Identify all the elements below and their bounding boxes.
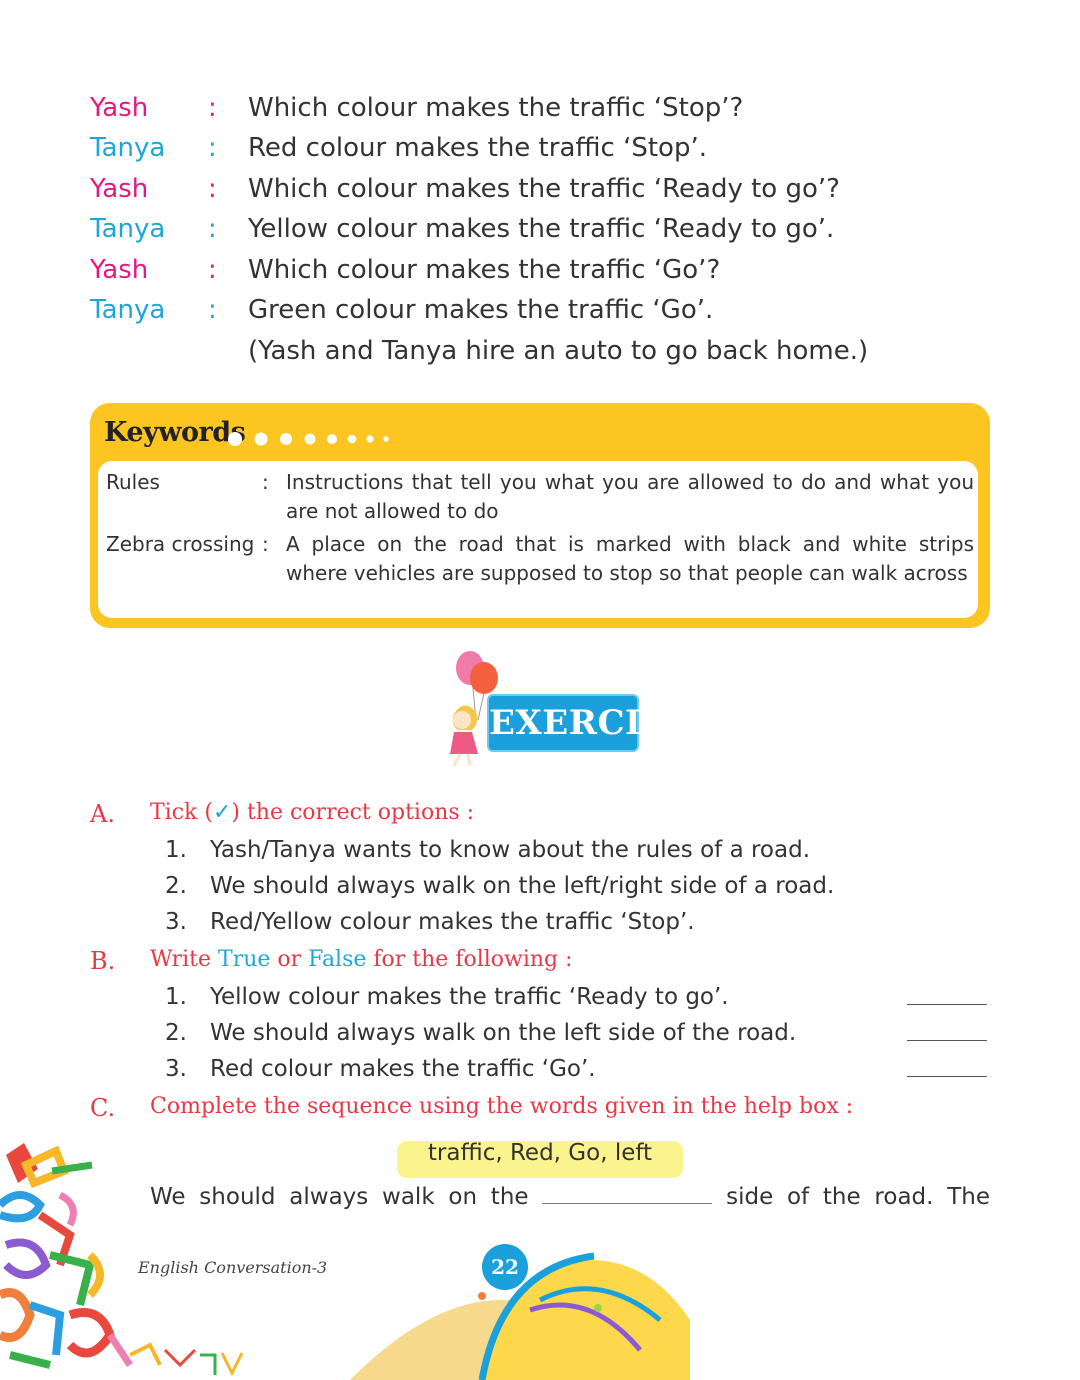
keywords-list: Rules : Instructions that tell you what … (98, 461, 978, 618)
dialogue-text: Which colour makes the traffic ‘Stop’? (248, 93, 744, 123)
speaker-name: Tanya (90, 214, 166, 244)
section-heading: Write True or False for the following : (150, 947, 573, 972)
dialogue-text: Red colour makes the traffic ‘Stop’. (248, 133, 707, 163)
section-heading: Complete the sequence using the words gi… (150, 1094, 854, 1119)
help-box: traffic, Red, Go, left (397, 1141, 683, 1178)
question-item: 2. We should always walk on the left side… (165, 1020, 797, 1046)
page-number: 22 (482, 1244, 528, 1290)
speaker-colon: : (208, 214, 217, 244)
sequence-sentence: We should always walk on the side of the… (150, 1180, 990, 1214)
answer-blank[interactable] (907, 1076, 987, 1077)
keywords-title: Keywords (104, 417, 246, 448)
exercise-badge: EXERCISE (487, 694, 693, 752)
keyword-term: Zebra crossing (106, 532, 255, 556)
speaker-name: Tanya (90, 295, 166, 325)
section-letter: B. (90, 947, 116, 975)
speaker-name: Yash (90, 255, 149, 285)
speaker-name: Yash (90, 174, 149, 204)
question-item: 1. Yellow colour makes the traffic ‘Ready… (165, 984, 729, 1010)
speaker-colon: : (208, 295, 217, 325)
question-item: 2. We should always walk on the left/righ… (165, 873, 835, 899)
keyword-term: Rules (106, 470, 160, 494)
decorative-dots-icon (228, 432, 389, 446)
keyword-colon: : (262, 532, 269, 556)
answer-blank[interactable] (907, 1040, 987, 1041)
speaker-colon: : (208, 93, 217, 123)
tick-icon: ✓ (212, 800, 232, 825)
section-letter: A. (90, 800, 115, 828)
dialogue-text: Which colour makes the traffic ‘Go’? (248, 255, 721, 285)
section-heading: Tick (✓) the correct options : (150, 800, 475, 825)
dialogue-text: Green colour makes the traffic ‘Go’. (248, 295, 714, 325)
speaker-colon: : (208, 133, 217, 163)
question-item: 3. Red colour makes the traffic ‘Go’. (165, 1056, 596, 1082)
speaker-name: Tanya (90, 133, 166, 163)
question-item: 1. Yash/Tanya wants to know about the rul… (165, 837, 811, 863)
speaker-colon: : (208, 255, 217, 285)
keyword-definition: A place on the road that is marked with … (286, 532, 974, 585)
answer-blank[interactable] (907, 1004, 987, 1005)
keyword-colon: : (262, 470, 269, 494)
keyword-definition: Instructions that tell you what you are … (286, 470, 974, 523)
answer-blank[interactable] (542, 1181, 713, 1204)
decorative-hill-swoosh-icon (350, 1252, 690, 1380)
exercise-label: EXERCISE (489, 703, 693, 743)
keywords-box: Keywords Rules : Instructions that tell … (90, 403, 990, 628)
section-letter: C. (90, 1094, 116, 1122)
question-item: 3. Red/Yellow colour makes the traffic ‘S… (165, 909, 695, 935)
dialogue-text: Yellow colour makes the traffic ‘Ready t… (248, 214, 835, 244)
dialogue-text: Which colour makes the traffic ‘Ready to… (248, 174, 840, 204)
book-title: English Conversation-3 (138, 1258, 328, 1277)
speaker-colon: : (208, 174, 217, 204)
speaker-name: Yash (90, 93, 149, 123)
